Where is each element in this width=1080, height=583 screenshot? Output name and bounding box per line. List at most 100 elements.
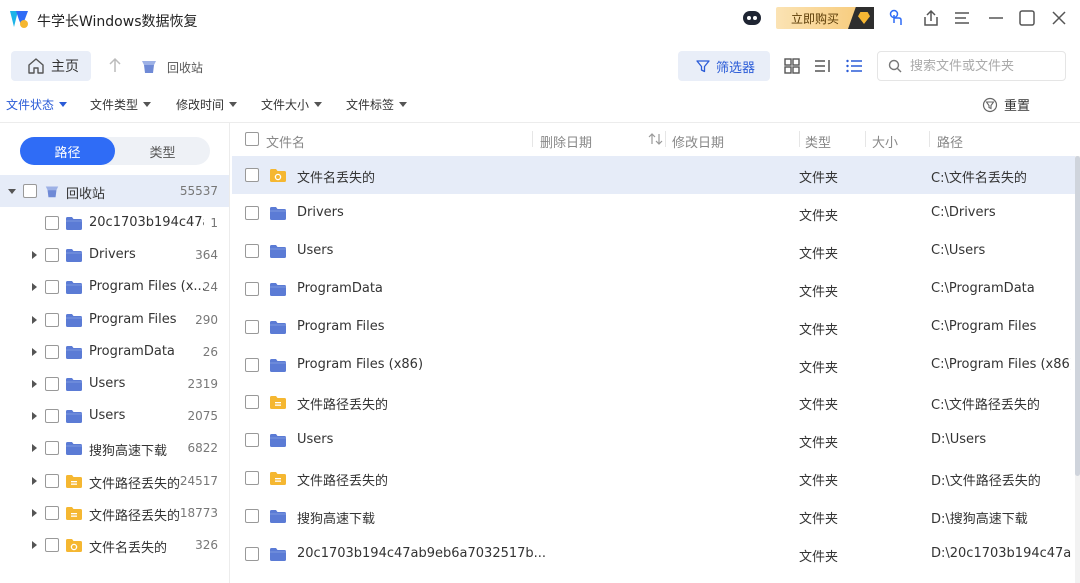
- table-row[interactable]: ProgramData 文件夹 C:\ProgramData: [232, 270, 1075, 308]
- tree-checkbox[interactable]: [45, 312, 59, 327]
- assistant-robot-icon[interactable]: [741, 8, 763, 28]
- tree-item[interactable]: 20c1703b194c47a... 1: [0, 207, 229, 239]
- tree-checkbox[interactable]: [45, 377, 59, 391]
- filter-modified-time-label: 修改时间: [176, 98, 225, 112]
- tree-item[interactable]: Drivers 364: [0, 239, 229, 271]
- row-checkbox[interactable]: [245, 357, 259, 372]
- tree-item-label: 搜狗高速下载: [89, 444, 168, 460]
- expand-arrow-icon[interactable]: [32, 444, 37, 453]
- tab-type[interactable]: 类型: [115, 137, 210, 165]
- tree-checkbox[interactable]: [45, 280, 59, 295]
- table-row[interactable]: 文件路径丢失的 文件夹 C:\文件路径丢失的: [232, 383, 1075, 421]
- tab-path[interactable]: 路径: [20, 137, 115, 165]
- select-all-checkbox[interactable]: [245, 132, 259, 146]
- row-checkbox[interactable]: [245, 547, 259, 561]
- table-row[interactable]: 20c1703b194c47ab9eb6a7032517b... 文件夹 D:\20…: [232, 535, 1075, 573]
- arrow-up-icon[interactable]: [108, 56, 122, 74]
- tree-item[interactable]: 文件路径丢失的 18773: [0, 497, 229, 529]
- table-row[interactable]: Users 文件夹 C:\Users: [232, 232, 1075, 270]
- tree-item[interactable]: Users 2075: [0, 400, 229, 432]
- expand-arrow-icon[interactable]: [32, 251, 37, 260]
- filter-file-tag[interactable]: 文件标签: [346, 96, 408, 113]
- row-checkbox[interactable]: [245, 395, 259, 410]
- row-checkbox[interactable]: [245, 205, 259, 220]
- folder-blue-icon: [65, 441, 83, 456]
- expand-arrow-icon[interactable]: [32, 315, 37, 324]
- filter-button[interactable]: 筛选器: [678, 51, 770, 81]
- maximize-icon[interactable]: [1017, 8, 1037, 28]
- home-button[interactable]: 主页: [11, 51, 91, 81]
- expand-arrow-icon[interactable]: [32, 476, 37, 485]
- tree-item-recycle-bin[interactable]: 回收站 55537: [0, 175, 229, 207]
- tree-checkbox[interactable]: [45, 344, 59, 359]
- table-row[interactable]: Program Files (x86) 文件夹 C:\Program Files (…: [232, 346, 1075, 384]
- filter-file-type[interactable]: 文件类型: [90, 96, 152, 113]
- buy-now-button[interactable]: 立即购买: [776, 7, 874, 29]
- row-name: Drivers: [297, 204, 344, 220]
- table-row[interactable]: 文件路径丢失的 文件夹 D:\文件路径丢失的: [232, 459, 1075, 497]
- column-header-name[interactable]: 文件名: [266, 132, 305, 151]
- column-separator: [865, 131, 866, 147]
- grid-view-icon[interactable]: [782, 56, 802, 76]
- close-icon[interactable]: [1049, 8, 1069, 28]
- scrollbar[interactable]: [1075, 156, 1080, 583]
- tree-checkbox[interactable]: [45, 538, 59, 552]
- tree-checkbox[interactable]: [45, 473, 59, 488]
- tree-checkbox[interactable]: [45, 441, 59, 456]
- tree-item[interactable]: 文件路径丢失的 24517: [0, 465, 229, 497]
- tree-checkbox[interactable]: [45, 216, 59, 230]
- search-input[interactable]: [910, 58, 1060, 74]
- tree-item[interactable]: Program Files (x... 24: [0, 271, 229, 303]
- row-checkbox[interactable]: [245, 281, 259, 296]
- expand-arrow-icon[interactable]: [8, 189, 16, 194]
- reset-button[interactable]: 重置: [982, 95, 1030, 114]
- breadcrumb[interactable]: 回收站: [167, 59, 203, 76]
- row-checkbox[interactable]: [245, 509, 259, 524]
- column-header-deleted[interactable]: 删除日期: [540, 132, 592, 151]
- menu-icon[interactable]: [952, 8, 972, 28]
- expand-arrow-icon[interactable]: [32, 508, 37, 517]
- tree-item[interactable]: Users 2319: [0, 368, 229, 400]
- minimize-icon[interactable]: [986, 8, 1006, 28]
- filter-modified-time[interactable]: 修改时间: [176, 96, 238, 113]
- list-view-icon[interactable]: [844, 56, 864, 76]
- expand-arrow-icon[interactable]: [32, 412, 37, 421]
- tree-checkbox[interactable]: [23, 184, 37, 198]
- tree-checkbox[interactable]: [45, 248, 59, 263]
- touch-icon[interactable]: [887, 8, 907, 28]
- filter-file-size[interactable]: 文件大小: [261, 96, 323, 113]
- scrollbar-thumb[interactable]: [1075, 156, 1080, 476]
- tree-item-label: Users: [89, 408, 126, 424]
- row-type: 文件夹: [799, 284, 839, 300]
- row-checkbox[interactable]: [245, 471, 259, 486]
- tree-checkbox[interactable]: [45, 505, 59, 520]
- column-header-type[interactable]: 类型: [805, 132, 831, 151]
- expand-arrow-icon[interactable]: [32, 283, 37, 292]
- detail-view-icon[interactable]: [813, 56, 833, 76]
- expand-arrow-icon[interactable]: [32, 541, 37, 549]
- column-header-modified[interactable]: 修改日期: [672, 132, 724, 151]
- table-row[interactable]: Drivers 文件夹 C:\Drivers: [232, 194, 1075, 232]
- row-checkbox[interactable]: [245, 319, 259, 334]
- tree-checkbox[interactable]: [45, 409, 59, 424]
- tree-item[interactable]: 搜狗高速下载 6822: [0, 432, 229, 464]
- filter-file-status[interactable]: 文件状态: [6, 96, 68, 113]
- expand-arrow-icon[interactable]: [32, 347, 37, 356]
- tree-item[interactable]: 文件名丢失的 326: [0, 529, 229, 561]
- tree-item[interactable]: Program Files 290: [0, 304, 229, 336]
- expand-arrow-icon[interactable]: [32, 380, 37, 388]
- table-row[interactable]: 文件名丢失的 文件夹 C:\文件名丢失的: [232, 156, 1075, 194]
- row-type: 文件夹: [799, 360, 839, 376]
- share-icon[interactable]: [921, 8, 941, 28]
- tree-item[interactable]: ProgramData 26: [0, 336, 229, 368]
- table-row[interactable]: Program Files 文件夹 C:\Program Files: [232, 308, 1075, 346]
- row-checkbox[interactable]: [245, 168, 259, 182]
- column-header-path[interactable]: 路径: [937, 132, 963, 151]
- sort-icon[interactable]: [648, 132, 664, 146]
- table-row[interactable]: 搜狗高速下载 文件夹 D:\搜狗高速下载: [232, 497, 1075, 535]
- search-box[interactable]: [877, 51, 1066, 81]
- row-checkbox[interactable]: [245, 243, 259, 258]
- row-checkbox[interactable]: [245, 433, 259, 448]
- column-header-size[interactable]: 大小: [872, 132, 898, 151]
- table-row[interactable]: Users 文件夹 D:\Users: [232, 421, 1075, 459]
